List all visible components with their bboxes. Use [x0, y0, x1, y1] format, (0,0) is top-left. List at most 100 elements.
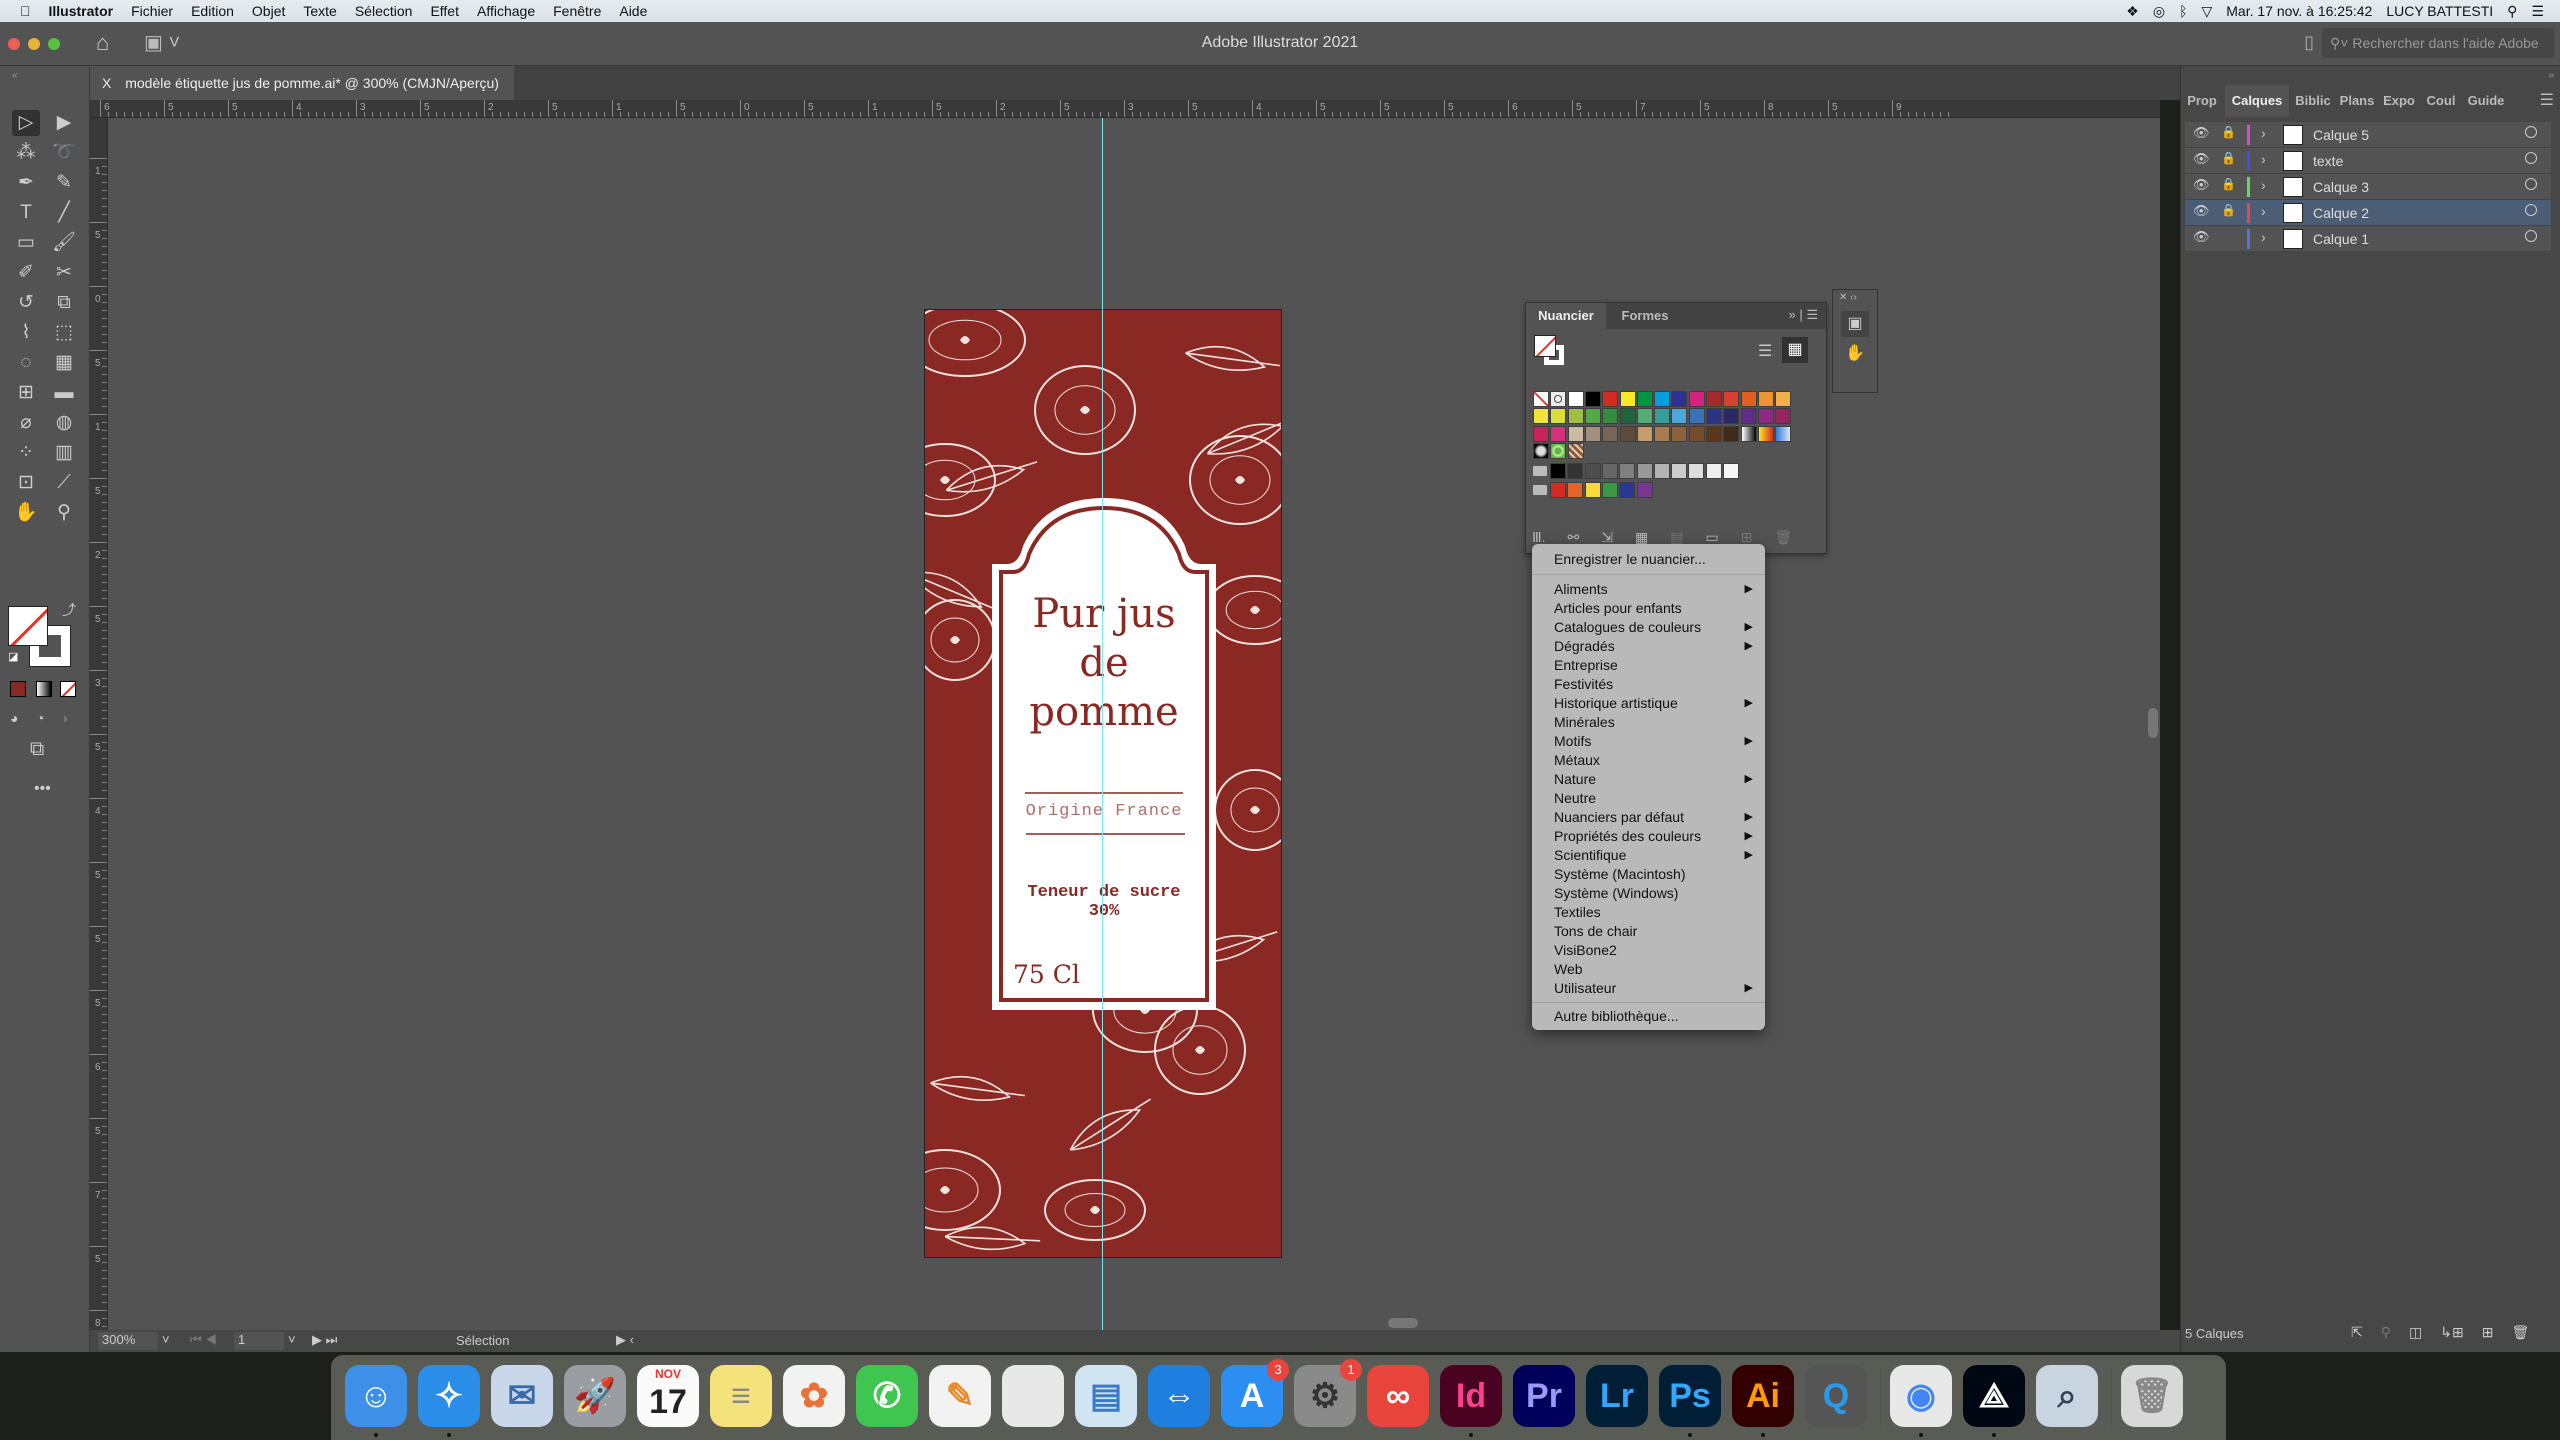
visibility-eye-icon[interactable]: 👁 — [2193, 125, 2210, 141]
puppet-panel-icon[interactable]: ✋ — [1841, 343, 1869, 363]
menu-item[interactable]: Scientifique ▶ — [1554, 846, 1753, 865]
shape-builder-tool-icon[interactable]: ◌ — [12, 350, 40, 376]
gradient-mode-button[interactable] — [36, 681, 52, 697]
photoshop-dock-icon[interactable]: Ps — [1659, 1365, 1721, 1437]
user-name[interactable]: LUCY BATTESTI — [2386, 3, 2493, 19]
preview-dock-icon[interactable]: ⌕ — [2036, 1365, 2098, 1427]
quicktime-dock-icon[interactable]: Q — [1805, 1365, 1867, 1427]
target-circle-icon[interactable] — [2525, 178, 2537, 190]
premiere-dock-icon[interactable]: Pr — [1513, 1365, 1575, 1427]
swatch[interactable] — [1654, 408, 1671, 425]
delete-swatch-icon[interactable]: 🗑 — [1774, 529, 1792, 546]
hand-tool-icon[interactable]: ✋ — [12, 500, 40, 526]
clipping-mask-icon[interactable]: ◫ — [2409, 1324, 2422, 1341]
target-circle-icon[interactable] — [2525, 204, 2537, 216]
swatch-fill-indicator[interactable] — [1534, 335, 1556, 357]
swatch[interactable] — [1602, 391, 1619, 407]
swatch[interactable] — [1636, 482, 1653, 498]
expand-chevron-icon[interactable]: › — [2261, 177, 2266, 193]
menu-texte[interactable]: Texte — [303, 3, 336, 19]
swatch[interactable] — [1619, 482, 1636, 498]
layer-name[interactable]: texte — [2313, 153, 2343, 169]
menu-app[interactable]: Illustrator — [49, 3, 114, 19]
color-mode-button[interactable] — [10, 681, 26, 697]
swatch[interactable] — [1671, 408, 1688, 425]
trash-dock-icon[interactable]: 🗑 — [2121, 1365, 2183, 1427]
swatch[interactable] — [1671, 425, 1688, 442]
tab-expo[interactable]: Expo — [2379, 85, 2419, 117]
menu-item[interactable]: Historique artistique ▶ — [1554, 694, 1753, 713]
document-tab[interactable]: X modèle étiquette jus de pomme.ai* @ 30… — [90, 66, 514, 100]
layer-name[interactable]: Calque 5 — [2313, 127, 2369, 143]
selection-tool-icon[interactable]: ▷ — [12, 110, 40, 136]
notification-center-icon[interactable]: ☰ — [2531, 3, 2544, 20]
layer-row[interactable]: 👁 🔒 › Calque 5 — [2185, 122, 2551, 148]
ruler-horizontal[interactable]: 65543525150515253545556575859 — [90, 100, 2160, 118]
line-tool-icon[interactable]: ╱ — [50, 200, 78, 226]
notes-dock-icon[interactable]: ≡ — [710, 1365, 772, 1427]
new-layer-icon[interactable]: ⊞ — [2482, 1324, 2494, 1341]
column-graph-tool-icon[interactable]: ▥ — [50, 440, 78, 466]
expand-chevron-icon[interactable]: › — [2261, 229, 2266, 245]
menu-edition[interactable]: Edition — [191, 3, 234, 19]
menu-item[interactable]: Utilisateur ▶ — [1554, 979, 1753, 998]
scale-tool-icon[interactable]: ⧉ — [50, 290, 78, 316]
swatch[interactable] — [1775, 408, 1792, 425]
facetime-dock-icon[interactable]: ✆ — [856, 1365, 918, 1427]
swatch[interactable] — [1619, 425, 1636, 442]
swatch[interactable] — [1619, 408, 1636, 425]
tab-formes[interactable]: Formes — [1612, 303, 1678, 329]
menu-item[interactable]: Système (Windows) — [1554, 884, 1753, 903]
delete-layer-icon[interactable]: 🗑 — [2511, 1324, 2529, 1341]
gradient-tool-icon[interactable]: ▬ — [50, 380, 78, 406]
keynote-dock-icon[interactable]: ▤ — [1075, 1365, 1137, 1427]
swatch[interactable] — [1740, 391, 1757, 407]
swatch[interactable] — [1567, 463, 1584, 479]
swatch[interactable] — [1533, 425, 1549, 442]
swatch[interactable] — [1584, 425, 1601, 442]
lock-icon[interactable]: 🔒 — [2221, 177, 2236, 191]
illustrator-dock-icon[interactable]: Ai — [1732, 1365, 1794, 1437]
symbol-sprayer-tool-icon[interactable]: ⁘ — [12, 440, 40, 466]
edit-toolbar-icon[interactable]: ••• — [34, 780, 51, 798]
swatch[interactable] — [1550, 425, 1567, 442]
menu-item[interactable]: Motifs ▶ — [1554, 732, 1753, 751]
list-view-icon[interactable]: ☰ — [1758, 341, 1772, 361]
swatch[interactable] — [1723, 391, 1740, 407]
tab-coul[interactable]: Coul — [2421, 85, 2461, 117]
artboard-number-field[interactable]: 1 — [234, 1332, 284, 1350]
export-icon[interactable]: ⇱ — [2351, 1324, 2363, 1341]
visibility-eye-icon[interactable]: 👁 — [2193, 177, 2210, 193]
chrome-dock-icon[interactable]: ◉ — [1890, 1365, 1952, 1437]
swatch[interactable] — [1550, 442, 1567, 459]
artboard-dropdown-icon[interactable]: ˅ — [288, 1332, 296, 1347]
swatch[interactable] — [1636, 463, 1653, 479]
direct-selection-tool-icon[interactable]: ▶ — [50, 110, 78, 136]
swatch[interactable] — [1723, 463, 1739, 479]
layer-name[interactable]: Calque 1 — [2313, 231, 2369, 247]
visibility-eye-icon[interactable]: 👁 — [2193, 203, 2210, 219]
lasso-tool-icon[interactable]: ➰ — [50, 140, 78, 166]
visibility-eye-icon[interactable]: 👁 — [2193, 229, 2210, 245]
ruler-vertical[interactable]: 1 5 0 5 1 5 2 5 3 5 4 5 5 5 6 5 7 5 8 — [90, 118, 108, 1330]
menu-item[interactable]: Système (Macintosh) — [1554, 865, 1753, 884]
spotlight-icon[interactable]: ⚲ — [2507, 3, 2517, 20]
swatch[interactable] — [1688, 408, 1705, 425]
menu-item[interactable]: Dégradés ▶ — [1554, 637, 1753, 656]
menu-fichier[interactable]: Fichier — [131, 3, 173, 19]
expand-panels-icon[interactable]: » — [2548, 70, 2554, 81]
swatch[interactable] — [1550, 408, 1567, 425]
menu-item[interactable]: Minérales — [1554, 713, 1753, 732]
menu-item[interactable]: Entreprise — [1554, 656, 1753, 675]
menu-item[interactable]: Neutre — [1554, 789, 1753, 808]
menu-affichage[interactable]: Affichage — [477, 3, 535, 19]
swatch[interactable] — [1584, 408, 1601, 425]
swatch[interactable] — [1757, 425, 1774, 442]
expand-chevron-icon[interactable]: › — [2261, 151, 2266, 167]
collapse-icon[interactable]: « — [12, 70, 18, 81]
swatch[interactable] — [1567, 482, 1584, 498]
swatch[interactable] — [1584, 482, 1601, 498]
pages-dock-icon[interactable]: ✎ — [929, 1365, 991, 1427]
finder-dock-icon[interactable]: ☺ — [345, 1365, 407, 1437]
lock-icon[interactable]: 🔒 — [2221, 125, 2236, 139]
